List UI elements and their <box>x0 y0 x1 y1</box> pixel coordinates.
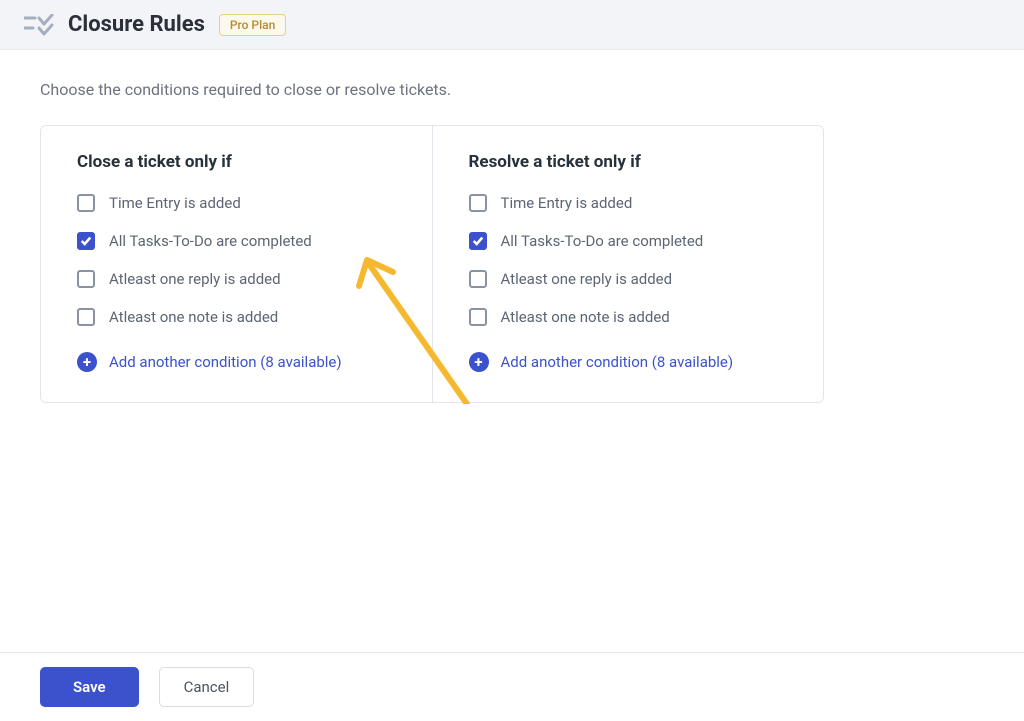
add-condition-label: Add another condition (8 available) <box>109 353 342 371</box>
close-add-condition[interactable]: + Add another condition (8 available) <box>77 352 396 372</box>
condition-label: Atleast one note is added <box>109 308 278 326</box>
condition-label: Time Entry is added <box>109 194 241 212</box>
checkbox-checked-icon <box>469 232 487 250</box>
plan-badge: Pro Plan <box>219 14 286 36</box>
condition-label: Atleast one reply is added <box>501 270 673 288</box>
add-condition-label: Add another condition (8 available) <box>501 353 734 371</box>
header-bar: Closure Rules Pro Plan <box>0 0 1024 50</box>
close-condition-one-note[interactable]: Atleast one note is added <box>77 308 396 326</box>
resolve-condition-time-entry[interactable]: Time Entry is added <box>469 194 788 212</box>
checkbox-icon <box>77 308 95 326</box>
checkbox-icon <box>77 194 95 212</box>
close-condition-tasks-completed[interactable]: All Tasks-To-Do are completed <box>77 232 396 250</box>
resolve-panel: Resolve a ticket only if Time Entry is a… <box>433 126 824 402</box>
close-condition-one-reply[interactable]: Atleast one reply is added <box>77 270 396 288</box>
checkbox-checked-icon <box>77 232 95 250</box>
resolve-condition-tasks-completed[interactable]: All Tasks-To-Do are completed <box>469 232 788 250</box>
page-description: Choose the conditions required to close … <box>40 80 984 99</box>
condition-label: Time Entry is added <box>501 194 633 212</box>
app-logo-icon <box>24 14 54 36</box>
checkbox-icon <box>469 308 487 326</box>
condition-label: All Tasks-To-Do are completed <box>109 232 312 250</box>
checkbox-icon <box>77 270 95 288</box>
content-area: Choose the conditions required to close … <box>0 50 1024 652</box>
page-title: Closure Rules <box>68 12 205 37</box>
condition-label: All Tasks-To-Do are completed <box>501 232 704 250</box>
close-panel-title: Close a ticket only if <box>77 152 396 172</box>
condition-label: Atleast one reply is added <box>109 270 281 288</box>
resolve-conditions-list: Time Entry is added All Tasks-To-Do are … <box>469 194 788 326</box>
rules-panels: Close a ticket only if Time Entry is add… <box>40 125 824 403</box>
resolve-condition-one-reply[interactable]: Atleast one reply is added <box>469 270 788 288</box>
plus-icon: + <box>77 352 97 372</box>
checkbox-icon <box>469 194 487 212</box>
cancel-button[interactable]: Cancel <box>159 667 255 707</box>
footer-bar: Save Cancel <box>0 652 1024 721</box>
condition-label: Atleast one note is added <box>501 308 670 326</box>
resolve-condition-one-note[interactable]: Atleast one note is added <box>469 308 788 326</box>
checkbox-icon <box>469 270 487 288</box>
resolve-add-condition[interactable]: + Add another condition (8 available) <box>469 352 788 372</box>
plus-icon: + <box>469 352 489 372</box>
close-panel: Close a ticket only if Time Entry is add… <box>41 126 433 402</box>
save-button[interactable]: Save <box>40 667 139 707</box>
close-conditions-list: Time Entry is added All Tasks-To-Do are … <box>77 194 396 326</box>
resolve-panel-title: Resolve a ticket only if <box>469 152 788 172</box>
close-condition-time-entry[interactable]: Time Entry is added <box>77 194 396 212</box>
